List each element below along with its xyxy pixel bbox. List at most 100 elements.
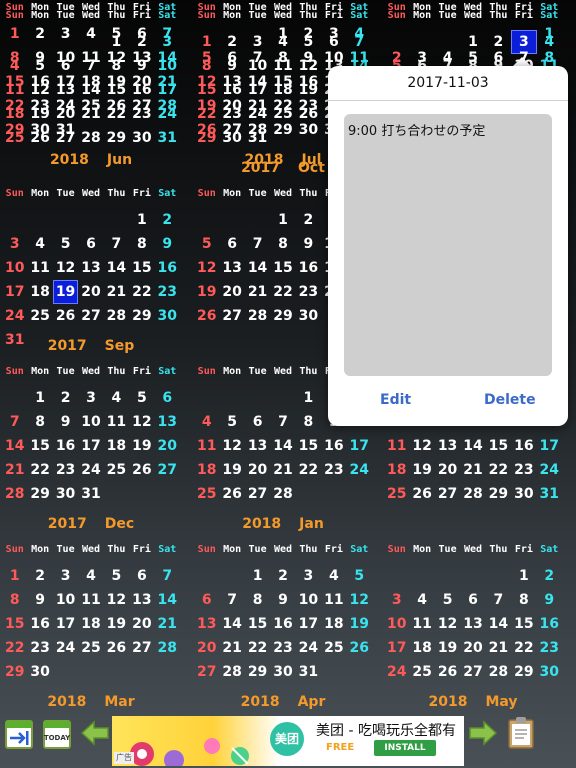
day-cell[interactable]: 21	[104, 280, 129, 304]
day-cell[interactable]: 27	[219, 304, 244, 328]
day-cell[interactable]: 24	[53, 94, 78, 118]
day-cell[interactable]: 24	[347, 458, 372, 482]
day-cell[interactable]: 8	[511, 588, 536, 612]
edit-button[interactable]: Edit	[380, 388, 411, 412]
day-cell[interactable]: 10	[296, 588, 321, 612]
day-cell[interactable]: 20	[245, 458, 270, 482]
day-cell[interactable]: 4	[321, 564, 346, 588]
day-cell[interactable]: 30	[537, 660, 562, 684]
memo-text[interactable]: 9:00 打ち合わせの予定	[344, 114, 552, 376]
day-cell[interactable]: 21	[219, 636, 244, 660]
day-cell[interactable]: 22	[486, 458, 511, 482]
day-cell[interactable]: 19	[104, 612, 129, 636]
day-cell[interactable]: 4	[194, 410, 219, 434]
day-cell[interactable]: 22	[270, 94, 295, 118]
day-cell[interactable]: 6	[194, 588, 219, 612]
arrow-left-icon[interactable]	[80, 720, 110, 746]
day-cell[interactable]: 23	[27, 94, 52, 118]
day-cell[interactable]: 26	[129, 458, 154, 482]
day-cell[interactable]: 2	[296, 22, 321, 46]
day-cell[interactable]: 26	[194, 304, 219, 328]
day-cell[interactable]: 23	[270, 636, 295, 660]
day-cell[interactable]: 27	[129, 636, 154, 660]
day-cell[interactable]: 8	[296, 410, 321, 434]
day-cell[interactable]: 11	[78, 588, 103, 612]
day-cell[interactable]: 1	[270, 22, 295, 46]
day-cell[interactable]: 20	[435, 458, 460, 482]
day-cell[interactable]: 9	[296, 232, 321, 256]
day-cell[interactable]: 28	[2, 482, 27, 506]
day-cell[interactable]: 5	[194, 232, 219, 256]
day-cell[interactable]: 25	[104, 458, 129, 482]
day-cell[interactable]: 21	[245, 280, 270, 304]
day-cell[interactable]: 1	[2, 22, 27, 46]
day-cell[interactable]: 14	[155, 588, 180, 612]
day-cell[interactable]: 28	[219, 660, 244, 684]
day-cell[interactable]: 16	[511, 434, 536, 458]
day-cell[interactable]: 4	[78, 22, 103, 46]
day-cell[interactable]: 18	[384, 458, 409, 482]
day-cell[interactable]: 22	[245, 636, 270, 660]
day-cell[interactable]: 24	[78, 458, 103, 482]
day-cell[interactable]: 28	[270, 482, 295, 506]
day-cell[interactable]: 29	[486, 482, 511, 506]
day-cell[interactable]: 1	[511, 564, 536, 588]
day-cell[interactable]: 16	[296, 70, 321, 94]
day-cell[interactable]: 8	[2, 46, 27, 70]
day-cell[interactable]: 21	[486, 636, 511, 660]
day-cell[interactable]: 7	[245, 232, 270, 256]
day-cell[interactable]: 11	[321, 588, 346, 612]
day-cell[interactable]: 12	[194, 70, 219, 94]
day-cell[interactable]: 9	[27, 588, 52, 612]
day-cell[interactable]: 12	[409, 434, 434, 458]
day-cell[interactable]: 30	[53, 482, 78, 506]
day-cell[interactable]: 17	[537, 434, 562, 458]
day-cell[interactable]: 5	[53, 232, 78, 256]
calendar-today-icon[interactable]: TODAY	[42, 718, 72, 750]
day-cell[interactable]: 5	[435, 588, 460, 612]
day-cell[interactable]: 30	[27, 118, 52, 142]
day-cell[interactable]: 19	[104, 70, 129, 94]
day-cell[interactable]: 6	[245, 410, 270, 434]
day-cell[interactable]: 30	[296, 118, 321, 142]
day-cell[interactable]: 30	[155, 304, 180, 328]
arrow-right-icon[interactable]	[468, 720, 498, 746]
day-cell[interactable]: 29	[270, 304, 295, 328]
day-cell[interactable]: 8	[129, 232, 154, 256]
day-cell[interactable]: 15	[486, 434, 511, 458]
day-cell[interactable]: 13	[245, 434, 270, 458]
day-cell[interactable]: 14	[486, 612, 511, 636]
day-cell-selected[interactable]: 19	[52, 280, 79, 304]
day-cell[interactable]: 19	[194, 280, 219, 304]
day-cell[interactable]: 19	[435, 636, 460, 660]
day-cell[interactable]: 12	[194, 256, 219, 280]
day-cell[interactable]: 30	[270, 660, 295, 684]
day-cell[interactable]: 6	[129, 22, 154, 46]
day-cell[interactable]: 12	[435, 612, 460, 636]
day-cell[interactable]: 15	[2, 612, 27, 636]
day-cell[interactable]: 31	[53, 118, 78, 142]
day-cell[interactable]: 13	[219, 70, 244, 94]
day-cell[interactable]: 24	[384, 660, 409, 684]
day-cell[interactable]: 5	[194, 46, 219, 70]
day-cell[interactable]: 16	[270, 612, 295, 636]
day-cell[interactable]: 1	[129, 208, 154, 232]
day-cell[interactable]: 14	[245, 70, 270, 94]
day-cell[interactable]: 29	[2, 118, 27, 142]
day-cell[interactable]: 2	[537, 564, 562, 588]
day-cell[interactable]: 28	[104, 304, 129, 328]
day-cell[interactable]: 4	[409, 588, 434, 612]
day-cell[interactable]: 18	[409, 636, 434, 660]
day-cell[interactable]: 17	[53, 612, 78, 636]
day-cell[interactable]: 3	[53, 564, 78, 588]
day-cell[interactable]: 22	[27, 458, 52, 482]
day-cell[interactable]: 14	[460, 434, 485, 458]
day-cell[interactable]: 25	[27, 304, 52, 328]
day-cell[interactable]: 19	[219, 458, 244, 482]
day-cell[interactable]: 1	[2, 564, 27, 588]
day-cell[interactable]: 15	[2, 70, 27, 94]
day-cell[interactable]: 23	[27, 636, 52, 660]
day-cell[interactable]: 3	[2, 232, 27, 256]
day-cell[interactable]: 22	[270, 280, 295, 304]
day-cell[interactable]: 10	[53, 588, 78, 612]
